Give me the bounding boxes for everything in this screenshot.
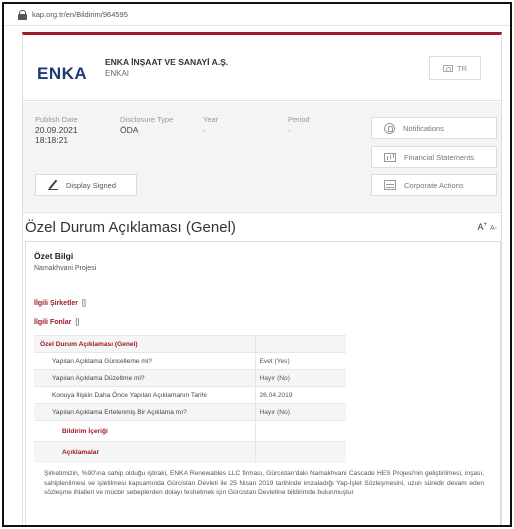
browser-window: kap.org.tr/en/Bildirim/964595 ENKA ENKA … [2, 2, 512, 527]
pen-icon [48, 180, 58, 190]
period: Period - [288, 115, 310, 135]
notifications-label: Notifications [403, 123, 444, 133]
related-companies: İlgili Şirketler[] [34, 300, 86, 307]
row-answer: Hayır (No) [254, 369, 346, 387]
summary-text: Namakhvani Projesi [34, 265, 97, 272]
table-row: Konuya İlişkin Daha Önce Yapılan Açıklam… [34, 386, 346, 404]
chart-icon [384, 152, 396, 162]
financial-statements-label: Financial Statements [404, 152, 475, 162]
related-companies-value: [] [81, 300, 86, 307]
address-bar[interactable]: kap.org.tr/en/Bildirim/964595 [4, 4, 510, 26]
company-code: ENKAI [105, 69, 130, 78]
document-icon [384, 180, 396, 190]
table-row: Yapılan Açıklama Ertelenmiş Bir Açıklama… [34, 403, 346, 421]
row-question: Yapılan Açıklama Düzeltme mi? [34, 369, 255, 387]
financial-statements-button[interactable]: Financial Statements [371, 146, 497, 168]
disclosure-body: Şirketimizin, %90'ına sahip olduğu iştir… [44, 470, 484, 497]
related-companies-label: İlgili Şirketler [34, 300, 78, 307]
related-funds: İlgili Fonlar[] [34, 319, 79, 326]
font-size-control[interactable]: A+ A- [477, 222, 497, 232]
lock-icon [18, 9, 27, 20]
disclosure-type: Disclosure Type ÖDA [120, 115, 173, 135]
table-header: Özel Durum Açıklaması (Genel) [34, 335, 255, 353]
content-header-row: Bildirim İçeriği [34, 420, 346, 442]
row-answer: Hayır (No) [254, 403, 346, 421]
year-label: Year [203, 115, 219, 124]
corporate-actions-button[interactable]: Corporate Actions [371, 174, 497, 196]
row-answer: 26.04.2019 [254, 386, 346, 404]
content-label: Bildirim İçeriği [34, 420, 255, 442]
company-header: ENKA ENKA İNŞAAT VE SANAYİ A.Ş. ENKAI TR [23, 35, 501, 101]
company-name[interactable]: ENKA İNŞAAT VE SANAYİ A.Ş. [105, 57, 228, 67]
table-header-row: Özel Durum Açıklaması (Genel) [34, 335, 346, 353]
page-title: Özel Durum Açıklaması (Genel) [25, 219, 236, 236]
row-question: Yapılan Açıklama Güncelleme mi? [34, 352, 255, 370]
publish-date: Publish Date 20.09.2021 18:18:21 [35, 115, 78, 145]
publish-date-label: Publish Date [35, 115, 78, 124]
row-question: Yapılan Açıklama Ertelenmiş Bir Açıklama… [34, 403, 255, 421]
publish-time-value: 18:18:21 [35, 135, 69, 145]
publish-date-value: 20.09.2021 [35, 125, 78, 135]
language-button[interactable]: TR [429, 56, 481, 80]
related-funds-label: İlgili Fonlar [34, 319, 72, 326]
disclosure-page: ENKA ENKA İNŞAAT VE SANAYİ A.Ş. ENKAI TR… [22, 32, 502, 525]
table-row: Yapılan Açıklama Düzeltme mi? Hayır (No) [34, 369, 346, 387]
year-value: - [203, 125, 206, 135]
display-signed-button[interactable]: Display Signed [35, 174, 137, 196]
font-decrease-button[interactable]: A- [490, 225, 497, 232]
row-answer: Evet (Yes) [254, 352, 346, 370]
related-funds-value: [] [75, 319, 80, 326]
display-signed-label: Display Signed [66, 180, 117, 190]
language-label: TR [457, 63, 467, 73]
url-text[interactable]: kap.org.tr/en/Bildirim/964595 [32, 10, 128, 19]
summary-label: Özet Bilgi [34, 251, 74, 261]
disclosure-table: Özel Durum Açıklaması (Genel) Yapılan Aç… [34, 335, 346, 463]
notifications-button[interactable]: Notifications [371, 117, 497, 139]
company-logo[interactable]: ENKA [37, 64, 87, 84]
table-row: Yapılan Açıklama Güncelleme mi? Evet (Ye… [34, 352, 346, 370]
year: Year - [203, 115, 218, 135]
explanations-label: Açıklamalar [34, 441, 255, 463]
flag-icon [443, 64, 453, 72]
explanations-header-row: Açıklamalar [34, 441, 346, 463]
disclosure-type-value: ÖDA [120, 125, 139, 135]
period-label: Period [288, 115, 310, 124]
period-value: - [288, 125, 291, 135]
row-question: Konuya İlişkin Daha Önce Yapılan Açıklam… [34, 386, 255, 404]
font-increase-button[interactable]: A+ [477, 222, 487, 232]
disclosure-type-label: Disclosure Type [120, 115, 174, 124]
bell-icon [384, 122, 395, 134]
disclosure-panel: Özet Bilgi Namakhvani Projesi İlgili Şir… [25, 241, 501, 525]
corporate-actions-label: Corporate Actions [404, 180, 464, 190]
disclosure-meta: Publish Date 20.09.2021 18:18:21 Disclos… [23, 102, 501, 213]
